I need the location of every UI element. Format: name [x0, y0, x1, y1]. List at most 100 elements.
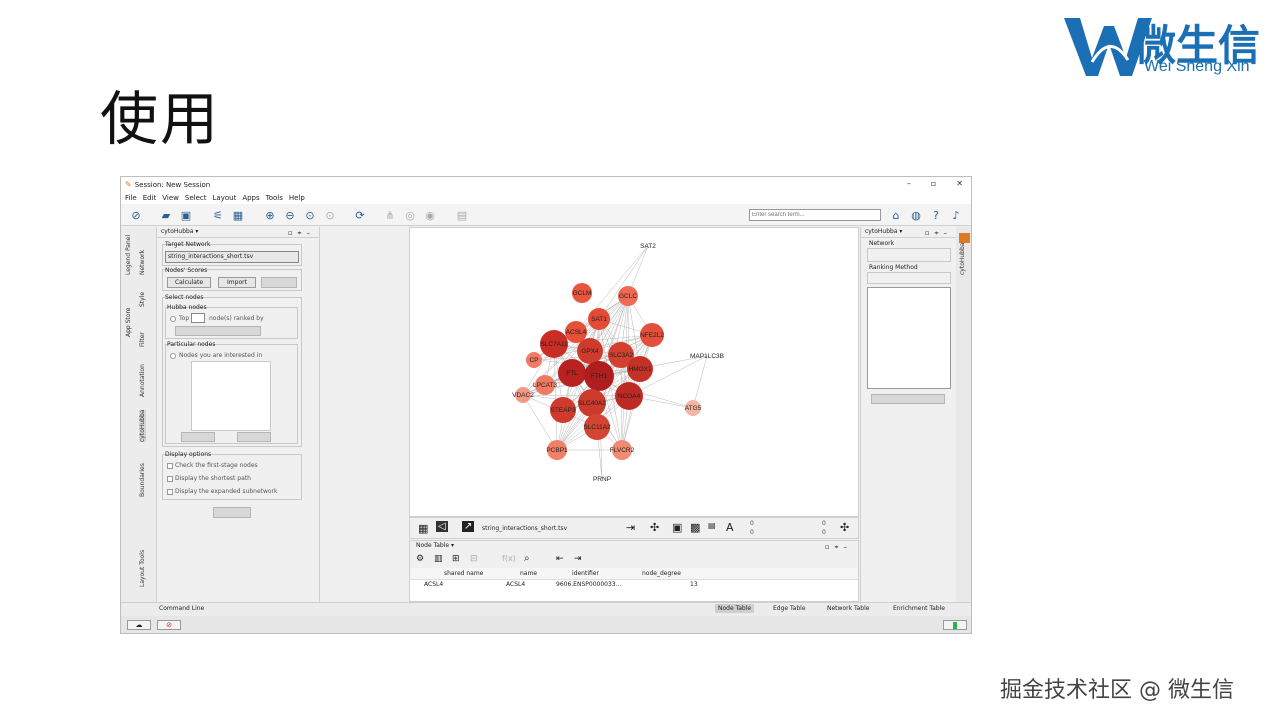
node-table-title[interactable]: Node Table ▾ — [416, 542, 454, 549]
add-node-button[interactable] — [181, 432, 215, 442]
cloud-icon[interactable]: ☁ — [127, 620, 151, 630]
go-button[interactable] — [213, 507, 251, 518]
export-image-icon[interactable]: ▤ — [455, 208, 469, 222]
interested-radio[interactable] — [170, 353, 176, 359]
network-edge[interactable] — [553, 343, 558, 451]
fit-selected-icon[interactable]: ▤ — [708, 521, 716, 530]
show-graphics-icon[interactable]: ▣ — [672, 521, 682, 534]
menu-layout[interactable]: Layout — [213, 194, 237, 202]
eye-icon[interactable]: ◉ — [423, 208, 437, 222]
export-table-icon[interactable]: ⇥ — [574, 554, 582, 564]
calculate-button[interactable]: Calculate — [167, 277, 211, 288]
zoom-out-icon[interactable]: ⊖ — [283, 208, 297, 222]
settings-gear-icon[interactable]: ⚙ — [416, 554, 424, 564]
column-name[interactable]: name — [520, 570, 537, 577]
interested-nodes-list[interactable] — [191, 361, 271, 431]
target-network-select[interactable]: string_interactions_short.tsv — [165, 251, 299, 263]
tab-network[interactable]: Network — [139, 250, 146, 275]
network-share-icon[interactable]: ⊘ — [129, 208, 143, 222]
import-network-icon[interactable]: ⚟ — [211, 208, 225, 222]
results-list[interactable] — [867, 287, 951, 389]
first-stage-checkbox[interactable] — [167, 463, 173, 469]
shortest-path-checkbox[interactable] — [167, 476, 173, 482]
refresh-icon[interactable]: ⟳ — [353, 208, 367, 222]
command-line-tab[interactable]: Command Line — [159, 605, 204, 612]
open-folder-icon[interactable]: ▰ — [159, 208, 173, 222]
export-network-icon[interactable]: ⇥ — [626, 521, 635, 534]
results-panel-title[interactable]: cytoHubba ▾ — [865, 228, 902, 235]
blank-button[interactable] — [261, 277, 297, 288]
results-panel-controls[interactable]: ▫⌖– — [925, 228, 952, 238]
network-field[interactable] — [867, 248, 951, 262]
zoom-in-icon[interactable]: ⊕ — [263, 208, 277, 222]
high-detail-icon[interactable]: ▩ — [690, 521, 700, 534]
help-icon[interactable]: ? — [929, 208, 943, 222]
zoom-fit-icon[interactable]: ⊙ — [303, 208, 317, 222]
stop-icon[interactable]: ⊘ — [157, 620, 181, 630]
zoom-selected-icon[interactable]: ⊙ — [323, 208, 337, 222]
tab-boundaries[interactable]: Boundaries — [139, 463, 146, 497]
tab-layout-tools[interactable]: Layout Tools — [139, 550, 146, 587]
expanded-subnetwork-checkbox[interactable] — [167, 489, 173, 495]
ranking-method-field[interactable] — [867, 272, 951, 284]
menu-apps[interactable]: Apps — [242, 194, 259, 202]
column-node-degree[interactable]: node_degree — [642, 570, 681, 577]
network-graph[interactable]: SAT2 GCLM GCLC SAT1 ACSL4 NFE2L2 SLC7A11 GPX4 SL… — [410, 228, 860, 518]
tab-cytohubba[interactable]: cytoHubba — [139, 409, 146, 442]
minimize-button[interactable]: – — [907, 179, 911, 188]
memory-status-indicator[interactable] — [943, 620, 967, 630]
home-icon[interactable]: ⌂ — [889, 208, 903, 222]
tab-filter[interactable]: Filter — [139, 332, 146, 347]
column-identifier[interactable]: identifier — [572, 570, 599, 577]
fit-content-icon[interactable]: ✣ — [650, 521, 659, 534]
open-network-icon[interactable]: ↗ — [462, 521, 475, 532]
menu-help[interactable]: Help — [289, 194, 305, 202]
notification-bell-icon[interactable]: ♪ — [949, 208, 963, 222]
tab-cytohubba-right[interactable]: cytoHubba — [959, 243, 966, 275]
delete-column-icon[interactable]: ⊟ — [470, 554, 478, 564]
tab-annotation[interactable]: Annotation — [139, 364, 146, 397]
tab-network-table[interactable]: Network Table — [827, 605, 869, 612]
search-input[interactable] — [749, 209, 881, 221]
save-icon[interactable]: ▣ — [179, 208, 193, 222]
cytohubba-side-icon[interactable] — [959, 233, 970, 243]
import-button[interactable]: Import — [218, 277, 256, 288]
tab-node-table[interactable]: Node Table — [715, 604, 755, 613]
top-count-input[interactable] — [191, 313, 205, 323]
tab-app-store[interactable]: App Store — [125, 308, 132, 338]
new-column-icon[interactable]: ⊞ — [452, 554, 460, 564]
panel-header-title[interactable]: cytoHubba ▾ — [161, 228, 198, 235]
menu-file[interactable]: File — [125, 194, 137, 202]
results-action-button[interactable] — [871, 394, 945, 404]
remove-node-button[interactable] — [237, 432, 271, 442]
table-row[interactable]: ACSL4 ACSL4 9606.ENSP0000033... 13 — [410, 581, 858, 591]
menu-edit[interactable]: Edit — [143, 194, 157, 202]
hide-icon[interactable]: ⋔ — [383, 208, 397, 222]
network-edge[interactable] — [692, 355, 708, 409]
share-network-icon[interactable]: ◁ — [436, 521, 448, 532]
search-icon[interactable]: ⌕ — [524, 553, 530, 564]
menu-view[interactable]: View — [162, 194, 179, 202]
function-builder-icon[interactable]: f(x) — [502, 554, 516, 563]
ranking-method-select[interactable] — [175, 326, 261, 336]
menu-select[interactable]: Select — [185, 194, 207, 202]
columns-icon[interactable]: ▥ — [434, 554, 443, 564]
grid-view-icon[interactable]: ▦ — [418, 522, 428, 535]
tab-edge-table[interactable]: Edge Table — [773, 605, 806, 612]
column-shared-name[interactable]: shared name — [444, 570, 483, 577]
maximize-button[interactable]: ▫ — [931, 179, 936, 188]
import-table-icon[interactable]: ⇤ — [556, 554, 564, 564]
import-table-icon[interactable]: ▦ — [231, 208, 245, 222]
globe-icon[interactable]: ◍ — [909, 208, 923, 222]
navigate-icon[interactable]: ✣ — [840, 521, 849, 534]
panel-window-controls[interactable]: ▫⌖– — [288, 228, 315, 238]
tab-legend-panel[interactable]: Legend Panel — [125, 235, 132, 275]
text-annotation-icon[interactable]: A — [726, 521, 734, 534]
tab-enrichment-table[interactable]: Enrichment Table — [893, 605, 945, 612]
top-radio[interactable] — [170, 316, 176, 322]
network-canvas[interactable]: SAT2 GCLM GCLC SAT1 ACSL4 NFE2L2 SLC7A11 GPX4 SL… — [409, 227, 859, 517]
tab-style[interactable]: Style — [139, 292, 146, 307]
menu-tools[interactable]: Tools — [266, 194, 283, 202]
close-button[interactable]: ✕ — [956, 179, 963, 188]
show-icon[interactable]: ◎ — [403, 208, 417, 222]
